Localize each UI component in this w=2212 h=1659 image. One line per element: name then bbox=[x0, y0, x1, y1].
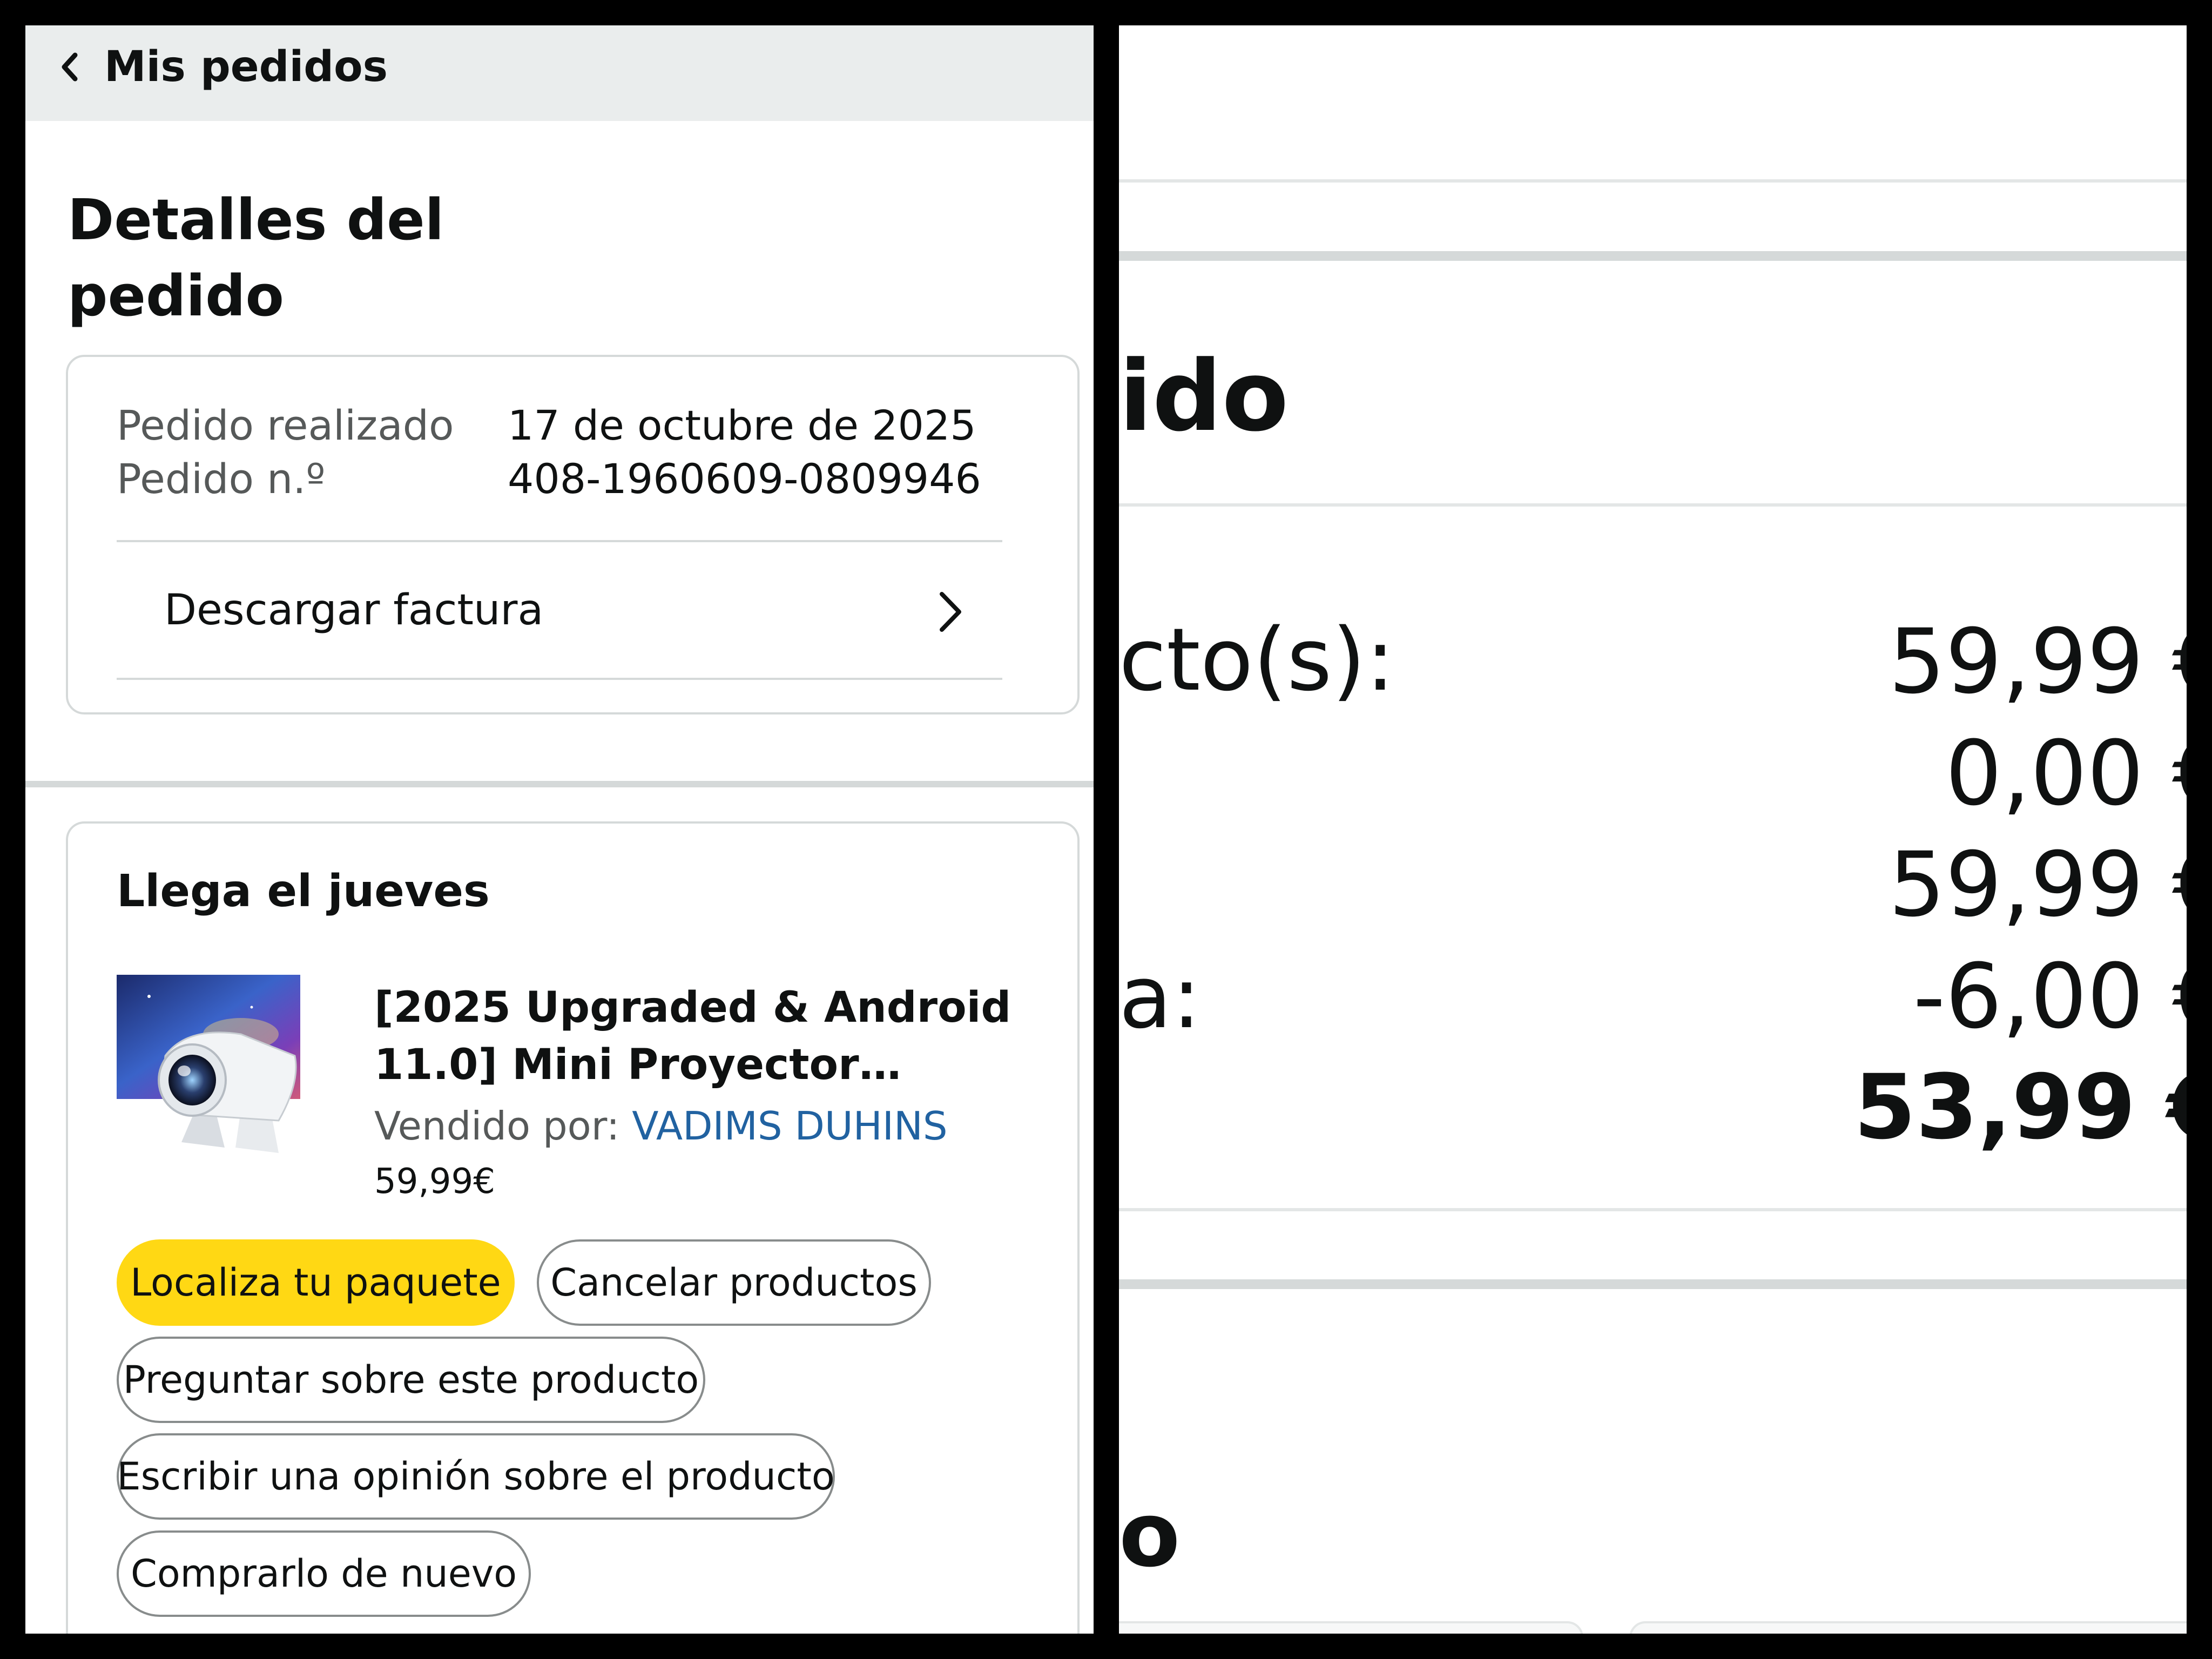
summary-heading-fragment: ido bbox=[1119, 340, 1289, 453]
chevron-left-icon bbox=[62, 52, 78, 82]
track-package-button[interactable]: Localiza tu paquete bbox=[117, 1239, 515, 1326]
items-subtotal-label: cto(s): bbox=[1119, 609, 1395, 710]
order-number-value: 408-1960609-0809946 bbox=[508, 455, 981, 503]
seller-label: Vendido por: bbox=[374, 1103, 620, 1149]
divider bbox=[1119, 503, 2187, 507]
discount-label: a: bbox=[1119, 947, 1201, 1048]
divider bbox=[117, 678, 1002, 680]
product-price: 59,99€ bbox=[374, 1162, 495, 1202]
product-title-link[interactable]: [2025 Upgraded & Android 11.0] Mini Proy… bbox=[374, 979, 1038, 1094]
divider bbox=[1119, 1208, 2187, 1211]
top-nav-bar: Mis pedidos bbox=[25, 25, 1094, 121]
download-invoice-label: Descargar factura bbox=[164, 585, 544, 635]
section-separator bbox=[1119, 1279, 2187, 1289]
cancel-items-button[interactable]: Cancelar productos bbox=[537, 1239, 931, 1326]
shipping-amount: 0,00 € bbox=[1945, 721, 2187, 825]
order-total-amount: 53,99 € bbox=[1853, 1055, 2187, 1159]
section-separator bbox=[1119, 251, 2187, 261]
order-info-card: Pedido realizado 17 de octubre de 2025 P… bbox=[66, 355, 1080, 714]
section-separator bbox=[25, 781, 1094, 787]
section-heading-fragment: o bbox=[1119, 1483, 1181, 1587]
back-link-label: Mis pedidos bbox=[104, 43, 388, 91]
ask-about-product-button[interactable]: Preguntar sobre este producto bbox=[117, 1337, 705, 1423]
download-invoice-link[interactable]: Descargar factura bbox=[117, 542, 1002, 678]
option-tile[interactable] bbox=[1119, 1621, 1583, 1634]
delivery-estimate-heading: Llega el jueves bbox=[117, 866, 490, 917]
seller-line: Vendido por: VADIMS DUHINS bbox=[374, 1099, 948, 1153]
product-thumbnail[interactable] bbox=[117, 975, 300, 1164]
order-summary-zoom-panel: ido cto(s): a: 59,99 € 0,00 € 59,99 € -6… bbox=[1119, 25, 2187, 1634]
option-tile[interactable] bbox=[1629, 1621, 2187, 1634]
items-subtotal-amount: 59,99 € bbox=[1889, 610, 2187, 713]
order-date-value: 17 de octubre de 2025 bbox=[508, 401, 976, 449]
order-date-label: Pedido realizado bbox=[117, 401, 454, 449]
chevron-right-icon bbox=[940, 592, 961, 632]
divider bbox=[1119, 179, 2187, 183]
pre-discount-total-amount: 59,99 € bbox=[1889, 833, 2187, 936]
seller-name-link[interactable]: VADIMS DUHINS bbox=[632, 1103, 947, 1149]
shipment-card: Llega el jueves [2025 Upgraded & Android… bbox=[66, 821, 1080, 1634]
discount-amount: -6,00 € bbox=[1913, 945, 2187, 1048]
back-to-orders-link[interactable]: Mis pedidos bbox=[58, 37, 388, 97]
order-details-panel: Mis pedidos Detalles del pedido Pedido r… bbox=[25, 25, 1094, 1634]
order-number-label: Pedido n.º bbox=[117, 455, 326, 503]
write-review-button[interactable]: Escribir una opinión sobre el producto bbox=[117, 1433, 835, 1520]
page-title: Detalles del pedido bbox=[68, 187, 444, 329]
buy-again-button[interactable]: Comprarlo de nuevo bbox=[117, 1530, 531, 1617]
